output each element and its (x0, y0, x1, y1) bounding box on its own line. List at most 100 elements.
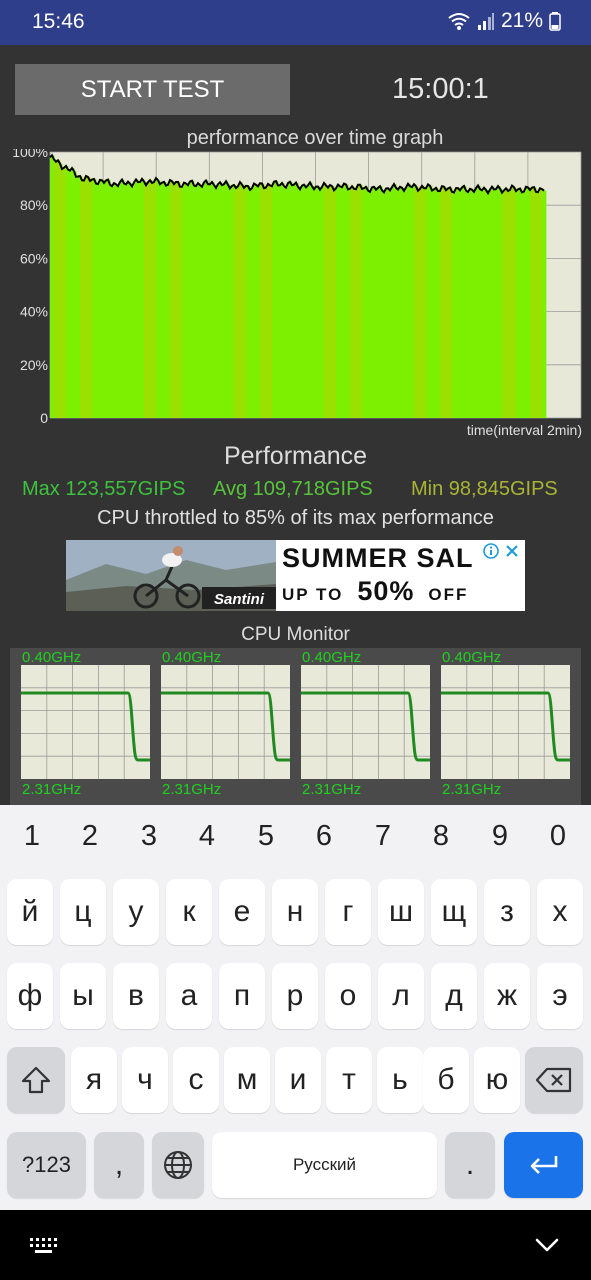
throttle-text: CPU throttled to 85% of its max performa… (97, 507, 494, 529)
key-н[interactable]: н (272, 879, 318, 945)
graph-title: performance over time graph (186, 127, 444, 149)
keyboard-switch-icon[interactable] (28, 1234, 60, 1256)
key-я[interactable]: я (71, 1047, 117, 1113)
core-3-top-freq: 0.40GHz (302, 649, 362, 666)
key-х[interactable]: х (537, 879, 583, 945)
key-9[interactable]: 9 (480, 820, 520, 853)
ad-subline: UP TO 50% OFF (282, 576, 468, 607)
core-graph-background (441, 665, 570, 779)
core-4-graph (441, 665, 570, 779)
cpu-core-1: 0.40GHz 2.31GHz (10, 648, 150, 800)
navigation-bar (0, 1210, 591, 1280)
shift-key[interactable] (7, 1047, 65, 1113)
ad-sub-left: UP TO (282, 585, 344, 604)
core-3-bottom-freq: 2.31GHz (302, 781, 362, 798)
ad-info-icon[interactable] (483, 543, 499, 559)
min-stat: Min 98,845GIPS (411, 478, 558, 500)
key-ы[interactable]: ы (60, 963, 106, 1029)
signal-icon (477, 13, 494, 30)
key-щ[interactable]: щ (431, 879, 477, 945)
hide-keyboard-icon[interactable] (534, 1236, 560, 1254)
key-в[interactable]: в (113, 963, 159, 1029)
ad-sub-right: OFF (428, 585, 469, 604)
key-5[interactable]: 5 (246, 820, 286, 853)
key-3[interactable]: 3 (129, 820, 169, 853)
key-4[interactable]: 4 (187, 820, 227, 853)
key-л[interactable]: л (378, 963, 424, 1029)
backspace-key[interactable] (525, 1047, 583, 1113)
period-key[interactable]: . (445, 1132, 495, 1198)
key-з[interactable]: з (484, 879, 530, 945)
core-graph-background (161, 665, 290, 779)
performance-title: Performance (223, 442, 368, 470)
key-к[interactable]: к (166, 879, 212, 945)
core-graph-background (21, 665, 150, 779)
y-tick-label: 40% (20, 304, 48, 320)
y-tick-label: 60% (20, 250, 48, 266)
language-key[interactable] (152, 1132, 204, 1198)
key-р[interactable]: р (272, 963, 318, 1029)
key-ь[interactable]: ь (377, 1047, 423, 1113)
key-г[interactable]: г (325, 879, 371, 945)
key-6[interactable]: 6 (304, 820, 344, 853)
core-1-bottom-freq: 2.31GHz (22, 781, 82, 798)
cpu-core-3: 0.40GHz 2.31GHz (290, 648, 430, 800)
performance-fill-bar (544, 190, 547, 418)
key-1[interactable]: 1 (12, 820, 52, 853)
key-ю[interactable]: ю (474, 1047, 520, 1113)
key-п[interactable]: п (219, 963, 265, 1029)
cpu-core-4: 0.40GHz 2.31GHz (430, 648, 570, 800)
key-т[interactable]: т (326, 1047, 372, 1113)
key-о[interactable]: о (325, 963, 371, 1029)
comma-key[interactable]: , (94, 1132, 144, 1198)
status-bar: 15:46 21% (0, 0, 591, 45)
core-1-top-freq: 0.40GHz (22, 649, 82, 666)
enter-key[interactable] (504, 1132, 583, 1198)
shift-icon (21, 1066, 51, 1094)
core-4-bottom-freq: 2.31GHz (442, 781, 502, 798)
globe-icon (164, 1151, 192, 1179)
y-tick-label: 80% (20, 197, 48, 213)
status-time: 15:46 (32, 10, 85, 33)
key-м[interactable]: м (224, 1047, 270, 1113)
key-ф[interactable]: ф (7, 963, 53, 1029)
core-graph-background (301, 665, 430, 779)
space-key[interactable]: Русский (212, 1132, 437, 1198)
key-ц[interactable]: ц (60, 879, 106, 945)
cpu-monitor-title: CPU Monitor (241, 624, 350, 645)
ad-choices (483, 543, 519, 559)
key-ш[interactable]: ш (378, 879, 424, 945)
performance-chart-svg: 100% 80% 60% 40% 20% 0 time(interval 2min) (12, 149, 582, 438)
key-э[interactable]: э (537, 963, 583, 1029)
test-timer: 15:00:1 (392, 73, 489, 105)
keyboard-number-row: 1 2 3 4 5 6 7 8 9 0 (0, 805, 591, 871)
battery-icon (549, 12, 561, 31)
performance-graph: 100% 80% 60% 40% 20% 0 time(interval 2min) (8, 149, 588, 439)
wifi-icon (448, 13, 470, 30)
key-а[interactable]: а (166, 963, 212, 1029)
key-ж[interactable]: ж (484, 963, 530, 1029)
key-8[interactable]: 8 (421, 820, 461, 853)
max-stat: Max 123,557GIPS (22, 478, 186, 500)
keyboard: 1 2 3 4 5 6 7 8 9 0 й ц у к е н г ш щ з … (0, 805, 591, 1210)
key-у[interactable]: у (113, 879, 159, 945)
key-0[interactable]: 0 (538, 820, 578, 853)
status-icons: 21% (447, 9, 561, 33)
cpu-monitor: 0.40GHz 2.31GHz 0.40GHz 2.31GHz 0.40GHz … (10, 648, 581, 805)
key-б[interactable]: б (423, 1047, 469, 1113)
ad-banner[interactable]: Santini SUMMER SAL UP TO 50% OFF (66, 540, 525, 611)
key-й[interactable]: й (7, 879, 53, 945)
core-3-graph (301, 665, 430, 779)
key-с[interactable]: с (173, 1047, 219, 1113)
key-7[interactable]: 7 (363, 820, 403, 853)
x-axis-label: time(interval 2min) (467, 422, 582, 438)
key-е[interactable]: е (219, 879, 265, 945)
key-2[interactable]: 2 (70, 820, 110, 853)
symbols-key[interactable]: ?123 (7, 1132, 86, 1198)
start-test-button[interactable]: START TEST (15, 64, 290, 115)
key-ч[interactable]: ч (122, 1047, 168, 1113)
core-2-graph (161, 665, 290, 779)
ad-close-icon[interactable] (505, 544, 519, 558)
key-и[interactable]: и (275, 1047, 321, 1113)
key-д[interactable]: д (431, 963, 477, 1029)
